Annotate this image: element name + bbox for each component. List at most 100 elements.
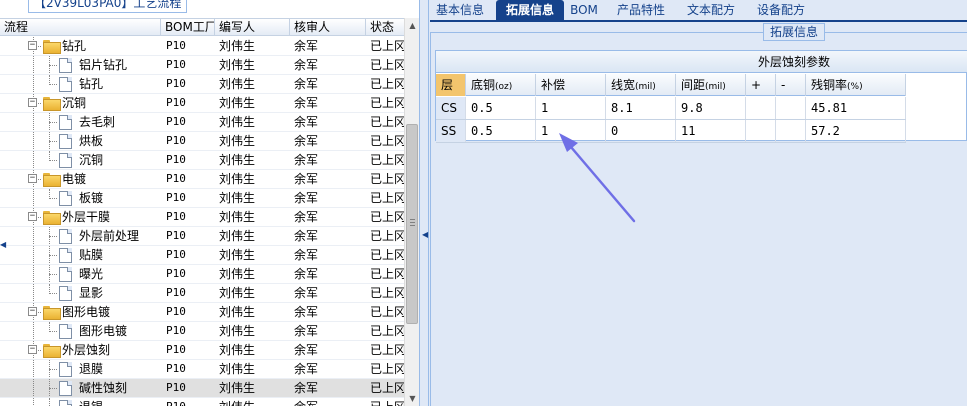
tree-row[interactable]: 图形电镀 P10 刘伟生 余军 已上冈 (0, 322, 404, 341)
document-icon (59, 286, 72, 301)
tree-label: 沉铜 (79, 153, 104, 167)
document-icon (59, 400, 72, 406)
tree-row[interactable]: 碱性蚀刻 P10 刘伟生 余军 已上冈 (0, 379, 404, 398)
grid-header: 层底铜(oz) 补偿 线宽(mil) 间距(mil) + - 残铜率(%) (436, 74, 906, 96)
tree-row[interactable]: 烘板 P10 刘伟生 余军 已上冈 (0, 132, 404, 151)
grid-cell-base-copper[interactable]: 0.5 (466, 120, 536, 142)
grid-col-header-minus[interactable]: - (776, 74, 806, 96)
grid-header-text: 层 (441, 78, 454, 92)
grid-cell-spacing[interactable]: 11 (676, 120, 746, 142)
tree-row[interactable]: 外层前处理 P10 刘伟生 余军 已上冈 (0, 227, 404, 246)
tree-group-row[interactable]: − 外层干膜 P10 刘伟生 余军 已上冈 (0, 208, 404, 227)
tree-group-row[interactable]: − 外层蚀刻 P10 刘伟生 余军 已上冈 (0, 341, 404, 360)
tree-row[interactable]: 退膜 P10 刘伟生 余军 已上冈 (0, 360, 404, 379)
grid-cell-base-copper[interactable]: 0.5 (466, 97, 536, 119)
collapse-toggle-icon[interactable]: − (28, 212, 37, 221)
collapse-toggle-icon[interactable]: − (28, 307, 37, 316)
col-header-reviewer[interactable]: 核审人 (290, 19, 366, 36)
document-icon (59, 153, 72, 168)
grid-cell-compensation[interactable]: 1 (536, 97, 606, 119)
grid-cell-residual-copper[interactable]: 57.2 (806, 120, 906, 142)
grid-col-header-base-copper[interactable]: 底铜(oz) (466, 74, 536, 96)
grid-header-unit: (mil) (635, 82, 656, 92)
flow-cell: 图形电镀 (0, 322, 161, 340)
document-icon (59, 381, 72, 396)
grid-cell-compensation[interactable]: 1 (536, 120, 606, 142)
collapse-arrow-icon[interactable]: ◀ (422, 230, 428, 239)
author-cell: 刘伟生 (219, 286, 256, 300)
tab-equipment-recipe[interactable]: 设备配方 (748, 0, 814, 22)
tree-group-row[interactable]: − 图形电镀 P10 刘伟生 余军 已上冈 (0, 303, 404, 322)
grid-cell-line-width[interactable]: 8.1 (606, 97, 676, 119)
author-cell: 刘伟生 (219, 229, 256, 243)
grid-col-header-line-width[interactable]: 线宽(mil) (606, 74, 676, 96)
col-header-author[interactable]: 编写人 (215, 19, 290, 36)
status-cell: 已上冈 (366, 398, 404, 406)
tab-extended-info[interactable]: 拓展信息 (496, 0, 564, 22)
tab-product-features[interactable]: 产品特性 (608, 0, 674, 22)
tree-row[interactable]: 沉铜 P10 刘伟生 余军 已上冈 (0, 151, 404, 170)
flow-cell: 沉铜 (0, 151, 161, 169)
grid-col-header-spacing[interactable]: 间距(mil) (676, 74, 746, 96)
grid-col-header-residual-copper[interactable]: 残铜率(%) (806, 74, 906, 96)
bom-cell: P10 (166, 77, 186, 90)
splitter[interactable]: ◀ (421, 0, 429, 406)
grid-cell-plus[interactable] (746, 120, 776, 142)
extended-info-legend: 拓展信息 (763, 23, 826, 41)
tree-row[interactable]: 显影 P10 刘伟生 余军 已上冈 (0, 284, 404, 303)
tree-row[interactable]: 去毛刺 P10 刘伟生 余军 已上冈 (0, 113, 404, 132)
bom-cell: P10 (166, 248, 186, 261)
tree-row[interactable]: 铝片钻孔 P10 刘伟生 余军 已上冈 (0, 56, 404, 75)
col-header-bom[interactable]: BOM工厂 (161, 19, 215, 36)
collapse-left-icon[interactable]: ◀ (0, 240, 6, 249)
grid-cell-minus[interactable] (776, 97, 806, 119)
tree-guide (49, 122, 57, 123)
collapse-toggle-icon[interactable]: − (28, 41, 37, 50)
collapse-toggle-icon[interactable]: − (28, 98, 37, 107)
bom-cell: P10 (166, 324, 186, 337)
tree-group-row[interactable]: − 沉铜 P10 刘伟生 余军 已上冈 (0, 94, 404, 113)
grid-header-text: - (781, 78, 786, 92)
tab-text-recipe[interactable]: 文本配方 (678, 0, 744, 22)
tree-row[interactable]: 贴膜 P10 刘伟生 余军 已上冈 (0, 246, 404, 265)
grid-col-header-layer[interactable]: 层 (436, 74, 466, 96)
tab-basic-info[interactable]: 基本信息 (430, 0, 490, 22)
reviewer-cell: 余军 (294, 39, 319, 53)
scroll-up-icon[interactable]: ▲ (407, 20, 418, 31)
tree-scrollbar[interactable]: ▲ ▼ (404, 18, 419, 406)
grid-cell-plus[interactable] (746, 97, 776, 119)
collapse-toggle-icon[interactable]: − (28, 345, 37, 354)
status-cell: 已上冈 (370, 343, 404, 357)
status-cell: 已上冈 (370, 305, 404, 319)
author-cell: 刘伟生 (219, 324, 256, 338)
grid-cell-spacing[interactable]: 9.8 (676, 97, 746, 119)
tab-bom[interactable]: BOM (567, 0, 601, 22)
grid-col-header-compensation[interactable]: 补偿 (536, 74, 606, 96)
tree-guide (49, 84, 57, 85)
tree-row[interactable]: 退锡 P10刘伟生余军已上冈 (0, 398, 404, 406)
tree-group-row[interactable]: − 电镀 P10 刘伟生 余军 已上冈 (0, 170, 404, 189)
tree-guide (33, 398, 34, 406)
flow-cell: − 外层干膜 (0, 208, 161, 226)
collapse-toggle-icon[interactable]: − (28, 174, 37, 183)
scroll-thumb[interactable] (406, 124, 418, 324)
bom-cell: P10 (166, 58, 186, 71)
col-header-flow[interactable]: 流程 (0, 19, 161, 36)
tree-row[interactable]: 曝光 P10 刘伟生 余军 已上冈 (0, 265, 404, 284)
flow-cell: − 沉铜 (0, 94, 161, 112)
tree-group-row[interactable]: − 钻孔 P10 刘伟生 余军 已上冈 (0, 37, 404, 56)
grid-row: SS 0.5 1 0 11 57.2 (436, 120, 906, 143)
scroll-down-icon[interactable]: ▼ (407, 393, 418, 404)
tree-label: 碱性蚀刻 (79, 381, 128, 395)
grid-cell-minus[interactable] (776, 120, 806, 142)
tree-row[interactable]: 钻孔 P10 刘伟生 余军 已上冈 (0, 75, 404, 94)
tree-row[interactable]: 板镀 P10 刘伟生 余军 已上冈 (0, 189, 404, 208)
grid-cell-line-width[interactable]: 0 (606, 120, 676, 142)
grid-cell-residual-copper[interactable]: 45.81 (806, 97, 906, 119)
reviewer-cell: 余军 (294, 324, 319, 338)
grid-col-header-plus[interactable]: + (746, 74, 776, 96)
grid-cell-layer: CS (436, 97, 466, 119)
tree-guide (49, 398, 50, 406)
reviewer-cell: 余军 (294, 267, 319, 281)
col-header-status[interactable]: 状态 (366, 19, 404, 36)
